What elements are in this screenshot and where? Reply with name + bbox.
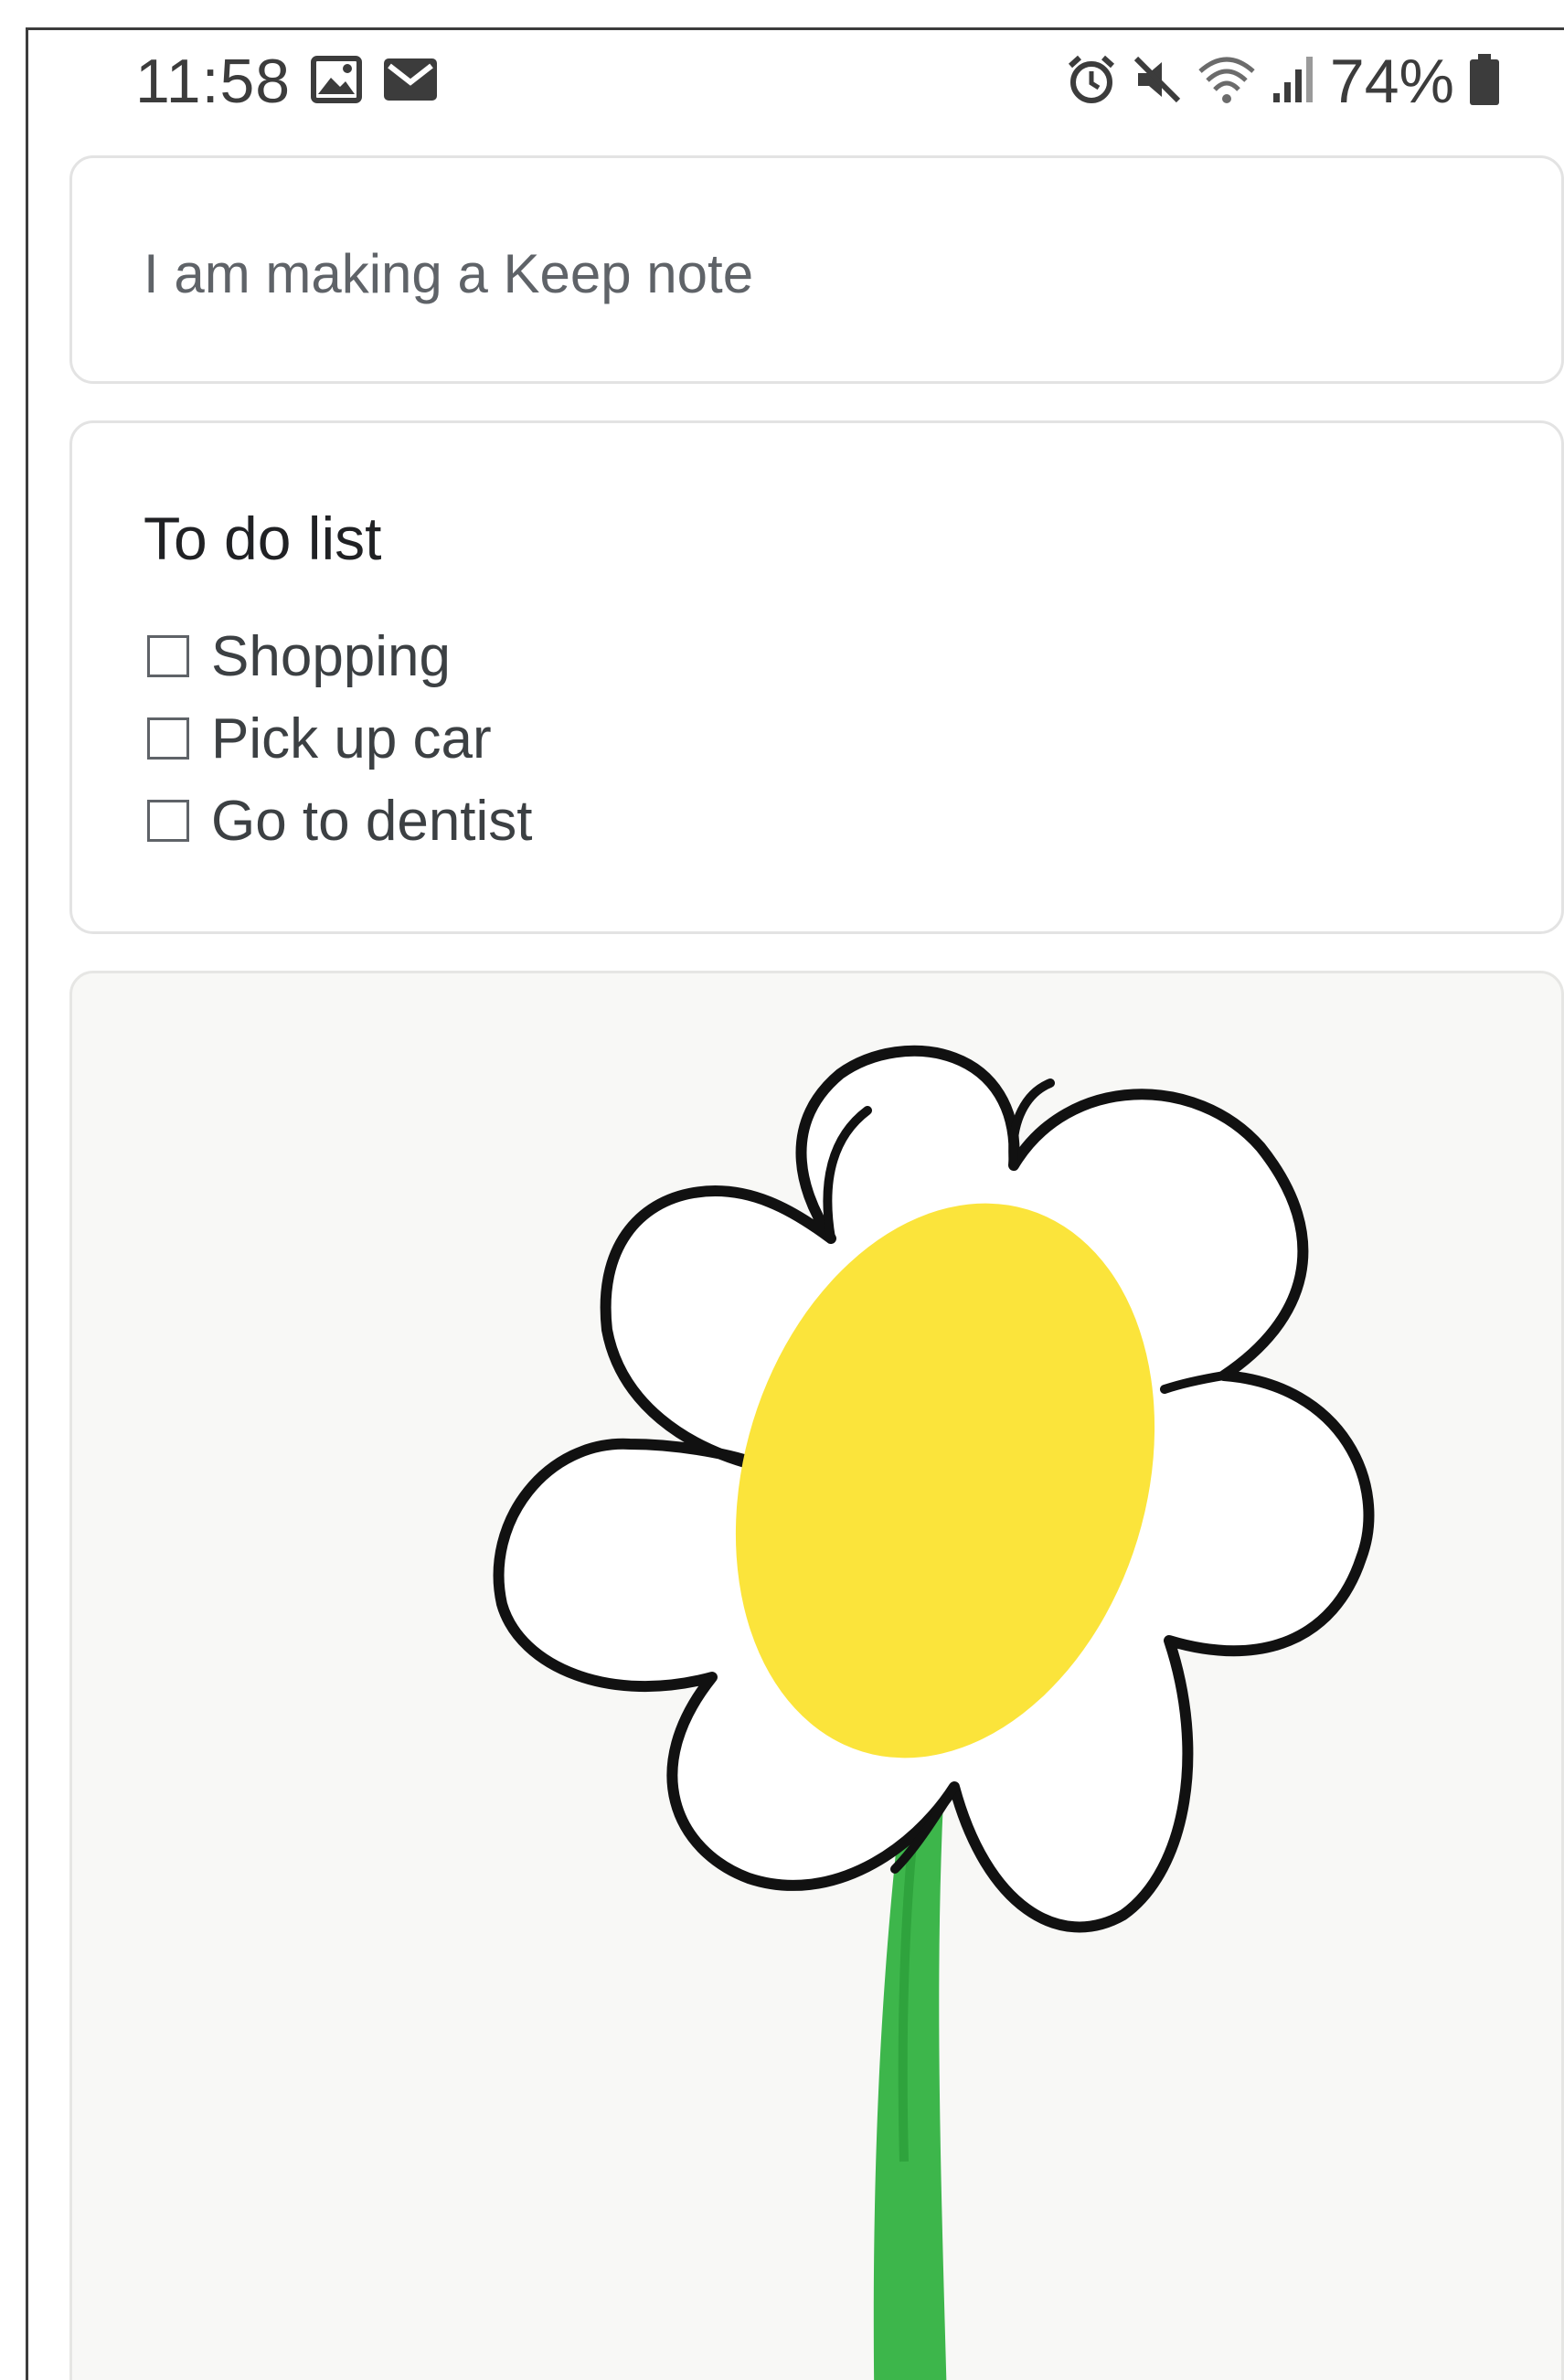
checklist-item-label: Go to dentist — [211, 789, 533, 853]
checklist-item: Shopping — [147, 615, 533, 697]
status-bar: 11:58 74% — [0, 27, 1564, 146]
alarm-icon — [1065, 53, 1118, 111]
checklist-item: Pick up car — [147, 697, 533, 780]
note-title: To do list — [144, 505, 382, 572]
checklist-item-label: Pick up car — [211, 707, 492, 770]
battery-percent: 74% — [1329, 47, 1454, 116]
todo-note-card[interactable]: To do list Shopping Pick up car Go to de… — [69, 420, 1564, 934]
checkbox[interactable] — [147, 717, 189, 760]
signal-icon — [1270, 53, 1317, 111]
status-time: 11:58 — [135, 47, 292, 116]
checkbox[interactable] — [147, 800, 189, 842]
mute-icon — [1131, 53, 1184, 111]
status-right: 74% — [1065, 46, 1502, 117]
checklist-item-label: Shopping — [211, 624, 452, 688]
flower-drawing — [493, 1045, 1375, 2380]
note-body: I am making a Keep note — [144, 243, 754, 304]
status-left: 11:58 — [135, 46, 439, 117]
wifi-icon — [1197, 53, 1257, 111]
checklist-item: Go to dentist — [147, 780, 533, 862]
drawing-note-card[interactable] — [69, 971, 1564, 2380]
checklist: Shopping Pick up car Go to dentist — [147, 615, 533, 862]
mail-icon — [382, 57, 439, 107]
checkbox[interactable] — [147, 635, 189, 677]
image-icon — [311, 55, 363, 108]
battery-icon — [1467, 52, 1502, 112]
text-note-card[interactable]: I am making a Keep note — [69, 155, 1564, 384]
